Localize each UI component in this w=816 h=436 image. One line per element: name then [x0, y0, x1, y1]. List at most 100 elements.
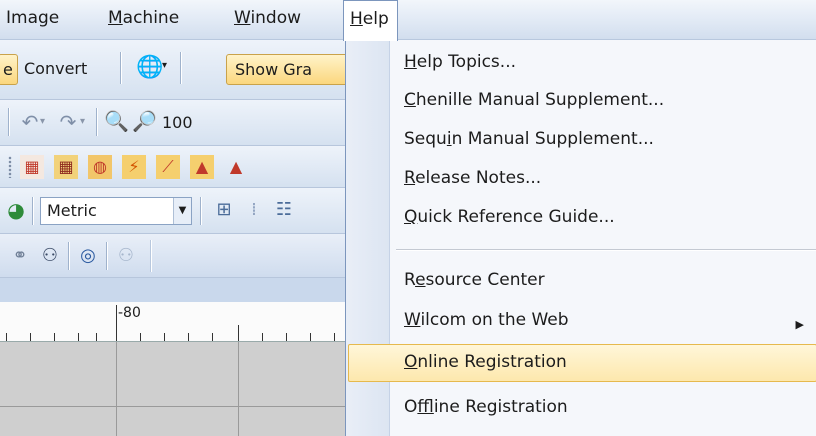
ruler-tick — [140, 333, 141, 341]
menu-item-mnemonic: Q — [404, 207, 418, 227]
redo-icon[interactable]: ↷ — [56, 110, 80, 134]
menu-window-mnemonic: W — [234, 8, 251, 28]
menu-item-online-registration[interactable]: Online Registration — [404, 352, 567, 372]
stitch-type-icon[interactable]: ⟋ — [156, 155, 180, 179]
submenu-arrow-icon: ▶ — [795, 318, 804, 331]
partial-button[interactable]: e — [0, 54, 18, 85]
toolbar-separator — [32, 197, 33, 225]
menu-help-rest: elp — [362, 9, 389, 29]
stitch-type-icon[interactable]: ▲ — [224, 155, 248, 179]
menu-item-mnemonic: W — [404, 310, 421, 330]
stitch-type-icon[interactable]: ⚡ — [122, 155, 146, 179]
show-graphics-button[interactable]: Show Gra — [226, 54, 345, 85]
globe-dropdown-icon[interactable]: 🌐 — [136, 56, 163, 80]
stitch-type-icon[interactable]: ◍ — [88, 155, 112, 179]
menu-bar: Image Machine Window Help — [0, 0, 816, 41]
menu-item-release-notes[interactable]: Release Notes... — [404, 168, 541, 188]
ruler-tick-major — [116, 305, 117, 341]
ruler-tick — [164, 333, 165, 341]
undo-icon[interactable]: ↶ — [18, 110, 42, 134]
grid-line — [116, 342, 117, 436]
chevron-down-icon[interactable]: ▾ — [162, 60, 167, 71]
units-value: Metric — [47, 201, 97, 220]
ruler-tick — [6, 333, 7, 341]
horizontal-ruler: -80 — [0, 302, 345, 342]
menu-item-text: source Center — [425, 270, 545, 290]
ruler-tick — [262, 333, 263, 341]
toolbar-separator — [200, 197, 201, 225]
menu-item-offline-registration[interactable]: Offline Registration — [404, 397, 568, 417]
settings-globe-icon[interactable]: ◕ — [4, 198, 28, 222]
convert-button[interactable]: Convert — [24, 59, 87, 78]
menu-item-wilcom-web[interactable]: Wilcom on the Web — [404, 310, 569, 330]
menu-item-mnemonic: f — [417, 397, 434, 417]
menu-item-text: ilcom on the Web — [420, 310, 569, 330]
chevron-down-icon[interactable]: ▼ — [173, 198, 191, 224]
menu-item-text: nline Registration — [417, 352, 567, 372]
stitch-type-icon[interactable]: ▲ — [190, 155, 214, 179]
network-icon[interactable]: ⊞ — [212, 198, 236, 222]
ruler-tick — [188, 333, 189, 341]
menu-item-resource-center[interactable]: Resource Center — [404, 270, 545, 290]
grid-icon[interactable]: ⁞ — [242, 198, 266, 222]
help-dropdown-menu: Help Topics... Chenille Manual Supplemen… — [345, 40, 816, 436]
ruler-label: -80 — [118, 305, 141, 321]
menu-item-help-topics[interactable]: Help Topics... — [404, 52, 516, 72]
zoom-box-icon[interactable]: 🔎 — [132, 109, 157, 133]
menu-item-text: fline Registration — [433, 397, 568, 417]
ruler-tick — [212, 333, 213, 341]
grid-line — [0, 406, 345, 407]
group-icon[interactable]: ⚇ — [38, 244, 62, 268]
menu-item-text: elease Notes... — [415, 168, 542, 188]
menu-window[interactable]: Window — [234, 8, 301, 28]
units-dropdown[interactable]: Metric ▼ — [40, 197, 192, 225]
toolbar-separator — [120, 52, 121, 84]
design-canvas[interactable] — [0, 342, 345, 436]
toolbar-separator — [96, 108, 97, 136]
menu-item-sequin-manual[interactable]: Sequin Manual Supplement... — [404, 129, 654, 149]
ruler-tick — [286, 333, 287, 341]
ruler-tick — [78, 333, 79, 341]
menu-item-text: O — [404, 397, 418, 417]
menu-help-mnemonic: H — [350, 9, 363, 29]
menu-machine-mnemonic: M — [108, 8, 123, 28]
menu-separator — [396, 249, 816, 250]
menu-item-quick-reference[interactable]: Quick Reference Guide... — [404, 207, 615, 227]
ruler-tick — [310, 333, 311, 341]
ruler-tick — [96, 333, 97, 341]
menu-item-text: henille Manual Supplement... — [415, 90, 665, 110]
zoom-icon[interactable]: 🔍 — [104, 109, 129, 133]
menu-item-chenille-manual[interactable]: Chenille Manual Supplement... — [404, 90, 664, 110]
toolbar-separator — [180, 52, 181, 84]
menu-item-text: R — [404, 270, 416, 290]
toolbar-separator — [106, 242, 107, 270]
toolbar-end — [150, 240, 151, 272]
chevron-down-icon[interactable]: ▾ — [40, 116, 45, 127]
ungroup-icon[interactable]: ⚇ — [114, 244, 138, 268]
toolbar-row-convert: e Convert 🌐 ▾ Show Gra — [0, 40, 345, 100]
menu-item-mnemonic: H — [404, 52, 417, 72]
ruler-tick — [334, 333, 335, 341]
target-icon[interactable]: ◎ — [76, 244, 100, 268]
toolbar-row-edit: ↶ ▾ ↷ ▾ 🔍 🔎 100 — [0, 100, 345, 146]
menu-item-mnemonic: R — [404, 168, 416, 188]
menu-item-text: uick Reference Guide... — [417, 207, 615, 227]
menu-item-mnemonic: O — [404, 352, 418, 372]
menu-item-mnemonic: e — [415, 270, 426, 290]
ruler-tick — [54, 333, 55, 341]
list-icon[interactable]: ☷ — [272, 198, 296, 222]
stitch-type-icon[interactable]: ▦ — [20, 155, 44, 179]
chevron-down-icon[interactable]: ▾ — [80, 116, 85, 127]
menu-machine[interactable]: Machine — [108, 8, 179, 28]
stitch-type-icon[interactable]: ▦ — [54, 155, 78, 179]
toolbar-row-stitch-types: ▦ ▦ ◍ ⚡ ⟋ ▲ ▲ — [0, 146, 345, 188]
connect-icon[interactable]: ⚭ — [8, 244, 32, 268]
zoom-level[interactable]: 100 — [162, 113, 193, 132]
toolbar-separator — [68, 242, 69, 270]
toolbar-separator — [8, 108, 9, 136]
toolbar-row-objects: ⚭ ⚇ ◎ ⚇ — [0, 234, 345, 278]
toolbar-grip[interactable] — [8, 156, 12, 178]
menu-image[interactable]: Image — [6, 8, 59, 28]
menu-item-mnemonic: C — [404, 90, 416, 110]
menu-help[interactable]: Help — [343, 0, 398, 41]
